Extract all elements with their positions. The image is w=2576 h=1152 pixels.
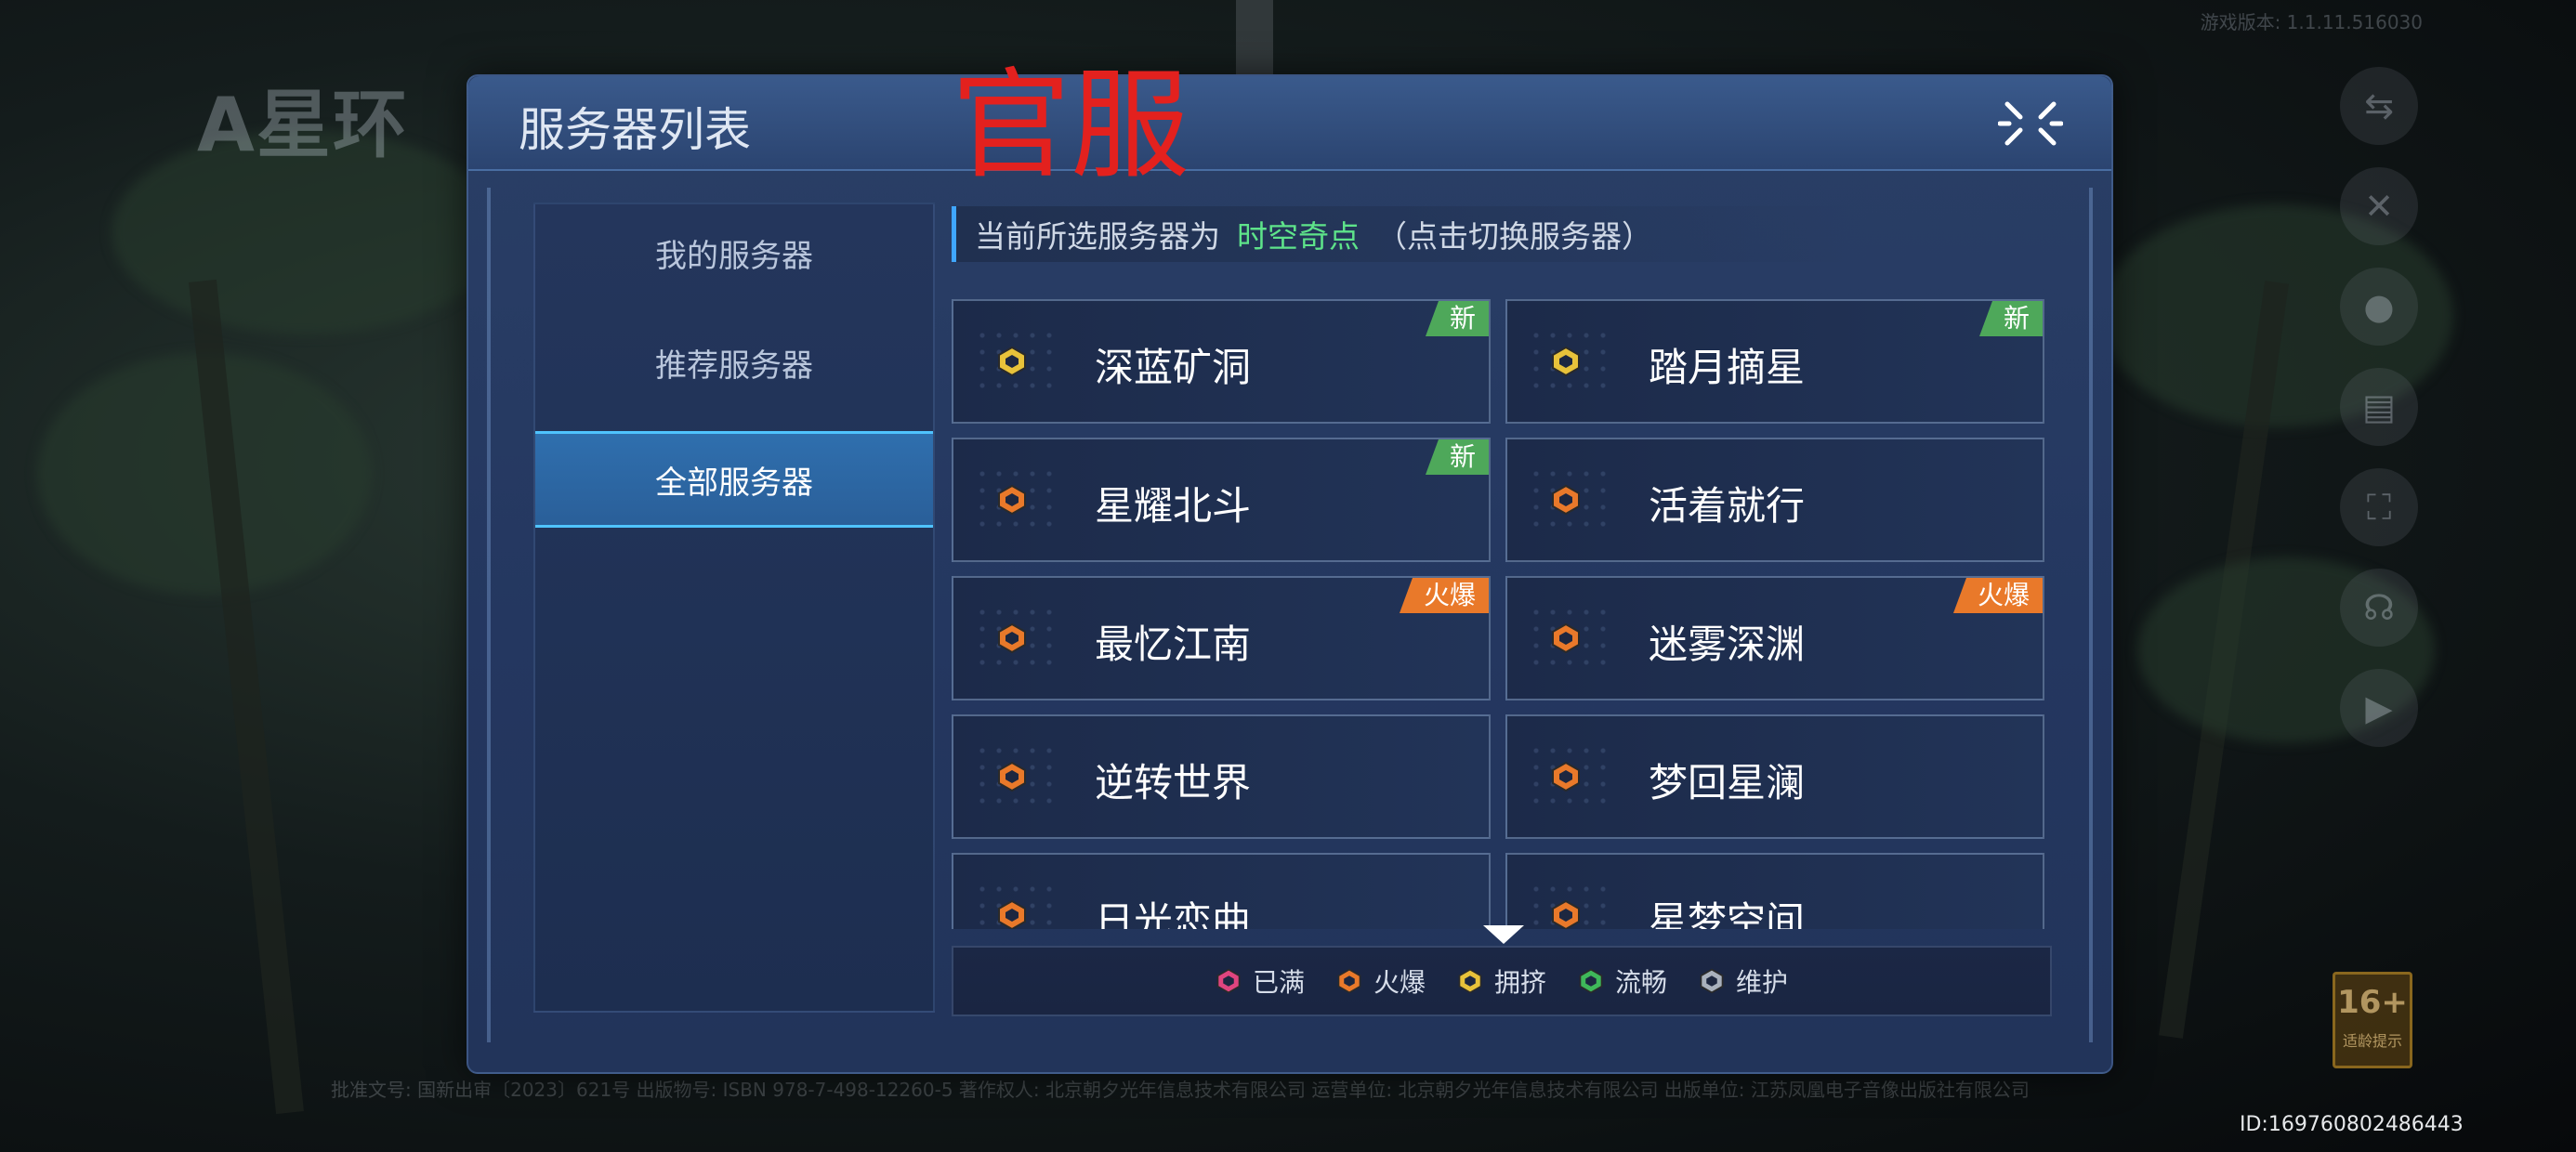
server-badge: 火爆	[1952, 578, 2043, 613]
legend-label: 拥挤	[1493, 967, 1546, 998]
server-status-icon	[1550, 484, 1582, 516]
server-name: 日光恋曲	[1095, 898, 1252, 929]
version-text: 游戏版本: 1.1.11.516030	[2200, 11, 2423, 33]
server-status-icon	[996, 484, 1028, 516]
server-status-icon	[1550, 761, 1582, 792]
server-card[interactable]: 深蓝矿洞 新	[952, 299, 1491, 424]
age-rating-label: 适龄提示	[2342, 1032, 2402, 1050]
nav-all-servers[interactable]: 全部服务器	[535, 431, 933, 528]
server-card[interactable]: 踏月摘星 新	[1505, 299, 2044, 424]
translate-icon[interactable]: ⇆	[2340, 67, 2418, 145]
server-category-nav: 我的服务器 推荐服务器 全部服务器	[533, 203, 935, 1013]
status-legend: 已满 火爆 拥挤 流畅 维护	[952, 946, 2052, 1016]
status-hex-icon	[1699, 968, 1725, 994]
server-badge: 新	[1425, 301, 1489, 336]
scan-icon[interactable]: ⛶	[2340, 468, 2418, 546]
current-server-hint: （点击切换服务器）	[1376, 218, 1652, 255]
server-card[interactable]: 日光恋曲	[952, 853, 1491, 929]
game-logo: A星环	[197, 82, 409, 168]
server-name: 最忆江南	[1095, 622, 1252, 667]
scroll-down-icon[interactable]	[1483, 923, 1524, 946]
server-status-icon	[996, 761, 1028, 792]
server-name: 星耀北斗	[1095, 483, 1252, 529]
support-icon[interactable]: ☊	[2340, 569, 2418, 647]
age-rating-badge: 16+ 适龄提示	[2333, 972, 2412, 1068]
server-name: 迷雾深渊	[1649, 622, 1806, 667]
server-badge: 新	[1978, 301, 2043, 336]
status-hex-icon	[1216, 968, 1242, 994]
server-badge: 新	[1425, 439, 1489, 475]
server-card[interactable]: 逆转世界	[952, 714, 1491, 839]
current-server-name: 时空奇点	[1237, 218, 1360, 255]
server-status-icon	[1550, 899, 1582, 929]
current-server-info[interactable]: 当前所选服务器为 时空奇点 （点击切换服务器）	[952, 206, 1867, 262]
nav-my-servers[interactable]: 我的服务器	[535, 204, 933, 301]
server-name: 逆转世界	[1095, 760, 1252, 805]
legend-item: 火爆	[1336, 962, 1426, 1000]
server-badge: 火爆	[1399, 578, 1489, 613]
legend-item: 已满	[1216, 962, 1305, 1000]
legend-label: 已满	[1252, 967, 1305, 998]
status-hex-icon	[1336, 968, 1362, 994]
server-card[interactable]: 迷雾深渊 火爆	[1505, 576, 2044, 700]
server-name: 活着就行	[1649, 483, 1806, 529]
legend-label: 维护	[1736, 967, 1789, 998]
server-card[interactable]: 梦回星澜	[1505, 714, 2044, 839]
video-icon[interactable]: ▶	[2340, 669, 2418, 747]
legend-item: 流畅	[1578, 962, 1667, 1000]
server-card[interactable]: 活着就行	[1505, 438, 2044, 562]
server-name: 梦回星澜	[1649, 760, 1806, 805]
user-id: ID:169760802486443	[2240, 1113, 2464, 1136]
server-status-icon	[996, 899, 1028, 929]
legend-item: 维护	[1699, 962, 1788, 1000]
user-icon[interactable]: ●	[2340, 268, 2418, 346]
dialog-header: 服务器列表	[468, 76, 2111, 171]
legend-item: 拥挤	[1457, 962, 1546, 1000]
legal-footer: 批准文号: 国新出审〔2023〕621号 出版物号: ISBN 978-7-49…	[331, 1079, 2030, 1101]
server-status-icon	[996, 346, 1028, 377]
server-status-icon	[1550, 622, 1582, 654]
status-hex-icon	[1457, 968, 1483, 994]
close-icon[interactable]	[1998, 97, 2063, 151]
server-status-icon	[1550, 346, 1582, 377]
legend-label: 火爆	[1373, 967, 1426, 998]
server-name: 星梦空间	[1649, 898, 1806, 929]
tools-icon[interactable]: ✕	[2340, 167, 2418, 245]
server-status-icon	[996, 622, 1028, 654]
server-card[interactable]: 星梦空间	[1505, 853, 2044, 929]
server-name: 深蓝矿洞	[1095, 345, 1252, 390]
notice-icon[interactable]: ▤	[2340, 368, 2418, 446]
side-toolbar: ⇆ ✕ ● ▤ ⛶ ☊ ▶	[2340, 67, 2418, 747]
dialog-title: 服务器列表	[519, 103, 751, 157]
age-rating-number: 16+	[2337, 984, 2408, 1021]
server-grid: 深蓝矿洞新踏月摘星新星耀北斗新活着就行 最忆江南 火爆 迷雾深渊 火爆 逆转世界 梦回星澜日…	[952, 299, 2054, 929]
server-name: 踏月摘星	[1649, 345, 1806, 390]
official-server-label: 官服	[952, 57, 1190, 195]
current-server-prefix: 当前所选服务器为	[975, 218, 1220, 255]
server-card[interactable]: 最忆江南 火爆	[952, 576, 1491, 700]
legend-label: 流畅	[1615, 967, 1668, 998]
nav-recommended-servers[interactable]: 推荐服务器	[535, 314, 933, 411]
status-hex-icon	[1578, 968, 1604, 994]
server-card[interactable]: 星耀北斗 新	[952, 438, 1491, 562]
